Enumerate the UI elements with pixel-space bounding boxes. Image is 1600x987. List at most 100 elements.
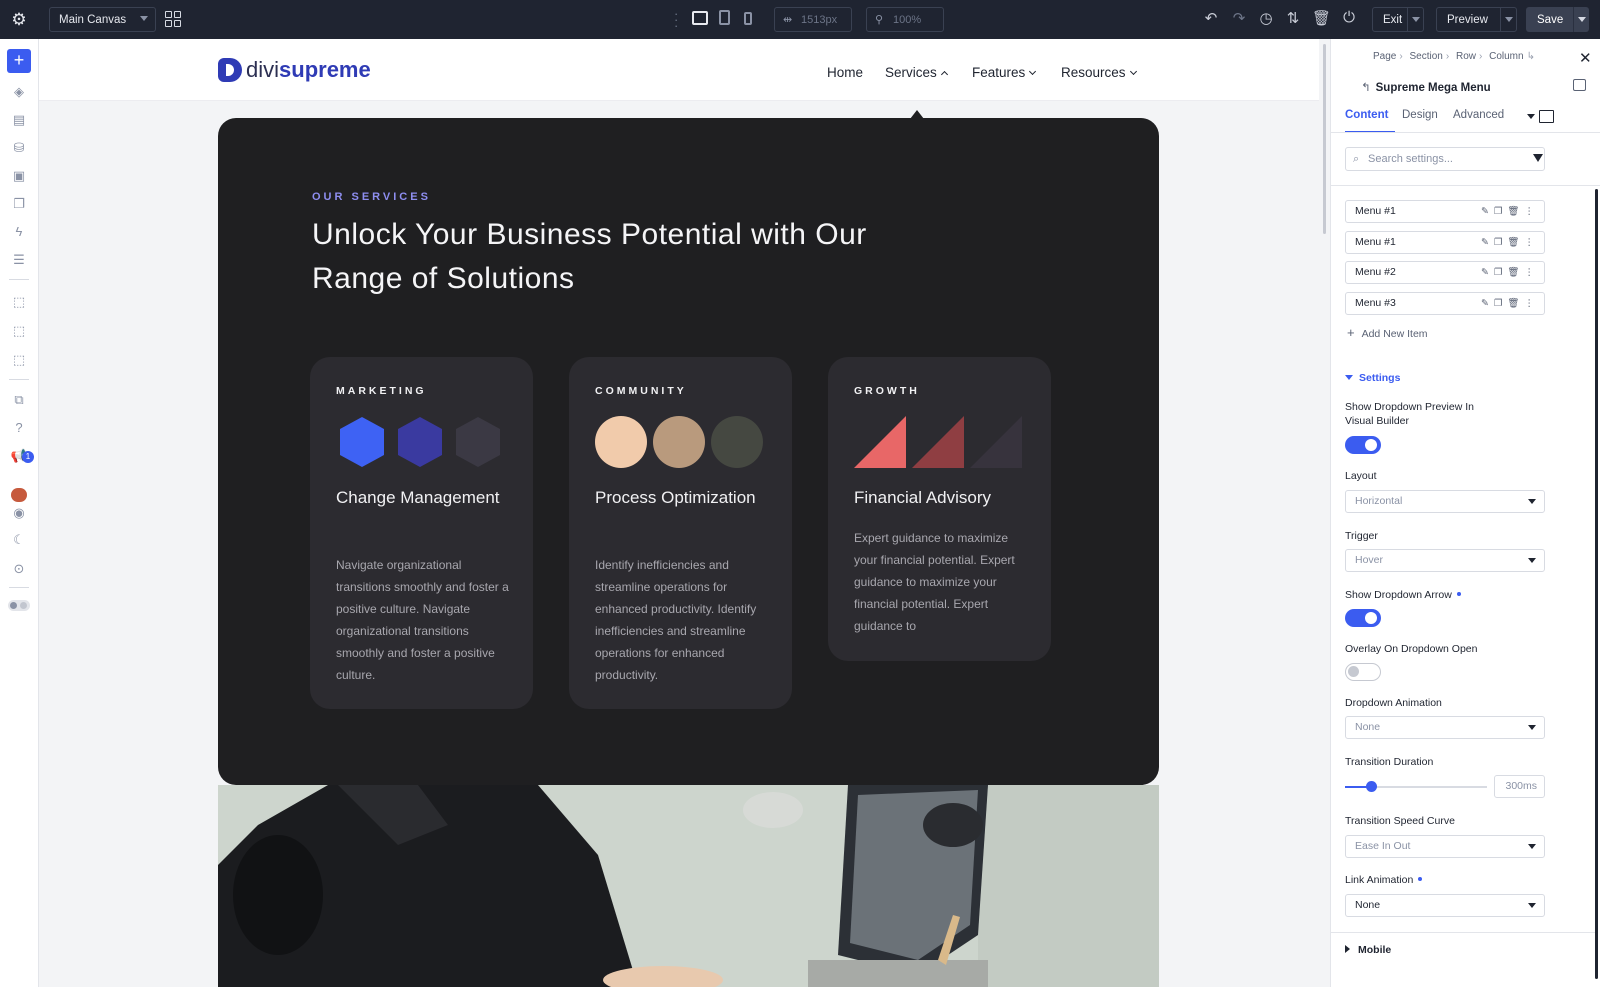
width-field[interactable]: ⇹ 1513px xyxy=(774,7,852,32)
preset-icon[interactable] xyxy=(1539,110,1554,123)
nav-services[interactable]: Services xyxy=(885,65,948,80)
menu-item-actions[interactable]: ✎❐🗑⋮ xyxy=(1481,232,1539,253)
panel-scrollbar[interactable] xyxy=(1595,189,1598,979)
tab-design[interactable]: Design xyxy=(1402,109,1438,121)
desktop-icon[interactable] xyxy=(692,11,708,25)
mobile-group-toggle[interactable]: Mobile xyxy=(1345,944,1391,956)
pointer-icon[interactable]: ⬚ xyxy=(9,292,29,312)
duration-input[interactable]: 300ms xyxy=(1494,775,1545,798)
circle-1 xyxy=(595,416,647,468)
chevron-down-icon xyxy=(1528,499,1536,504)
service-card-community[interactable]: COMMUNITY Process Optimization Identify … xyxy=(569,357,792,709)
grid-icon[interactable] xyxy=(165,11,181,27)
cursor-icon[interactable]: ◉ xyxy=(9,503,29,523)
chevron-down-icon xyxy=(1528,725,1536,730)
menu-item-actions[interactable]: ✎❐🗑⋮ xyxy=(1481,293,1539,314)
undo-icon[interactable]: ↶ xyxy=(1202,9,1220,27)
show-preview-toggle[interactable] xyxy=(1345,436,1381,454)
canvas-select[interactable]: Main Canvas xyxy=(49,7,156,32)
settings-icon[interactable]: ▣ xyxy=(9,166,29,186)
emoji-icon[interactable] xyxy=(11,488,27,502)
tabs-divider xyxy=(1331,132,1600,133)
link-animation-select[interactable]: None xyxy=(1345,894,1545,917)
exit-button[interactable]: Exit xyxy=(1372,7,1424,32)
database-icon[interactable]: ⛁ xyxy=(9,138,29,158)
nav-features[interactable]: Features xyxy=(972,65,1037,80)
modified-dot xyxy=(1418,877,1423,881)
theme-icon[interactable]: ⬚ xyxy=(9,350,29,370)
back-icon[interactable]: ↰ xyxy=(1361,82,1371,94)
layout-label: Layout xyxy=(1345,470,1377,482)
breadcrumb-column[interactable]: Column xyxy=(1489,51,1523,62)
menu-item[interactable]: Menu #1 ✎❐🗑⋮ xyxy=(1345,231,1545,254)
target-icon[interactable]: ⊙ xyxy=(9,559,29,579)
menu-item-actions[interactable]: ✎❐🗑⋮ xyxy=(1481,262,1539,283)
drag-handle-icon[interactable]: · · · xyxy=(674,7,678,32)
breadcrumb-row[interactable]: Row xyxy=(1456,51,1476,62)
chevron-down-icon xyxy=(1129,67,1137,76)
search-settings-input[interactable]: ⌕ Search settings... xyxy=(1345,147,1545,171)
history-icon[interactable]: ◷ xyxy=(1257,9,1275,27)
menu-item-actions[interactable]: ✎❐🗑⋮ xyxy=(1481,201,1539,222)
lightning-icon[interactable]: ϟ xyxy=(9,222,29,242)
portability-icon[interactable]: ⧉ xyxy=(9,390,29,410)
hand-icon[interactable]: ⬚ xyxy=(9,321,29,341)
exit-label: Exit xyxy=(1383,13,1403,26)
plus-icon: + xyxy=(1347,325,1355,340)
help-icon[interactable]: ? xyxy=(9,418,29,438)
layout-icon[interactable]: ☰ xyxy=(9,250,29,270)
dropdown-arrow-toggle[interactable] xyxy=(1345,609,1381,627)
moon-icon[interactable]: ☾ xyxy=(9,530,29,550)
link-animation-label-text: Link Animation xyxy=(1345,874,1414,886)
nav-resources[interactable]: Resources xyxy=(1061,65,1137,80)
menu-item[interactable]: Menu #1 ✎❐🗑⋮ xyxy=(1345,200,1545,223)
module-settings-icon[interactable] xyxy=(1573,79,1586,91)
exit-dropdown[interactable] xyxy=(1407,8,1423,31)
filter-icon[interactable] xyxy=(1533,154,1543,162)
add-icon[interactable]: + xyxy=(7,49,31,73)
close-icon[interactable]: ✕ xyxy=(1579,49,1592,67)
curve-select[interactable]: Ease In Out xyxy=(1345,835,1545,858)
settings-group-toggle[interactable]: Settings xyxy=(1345,372,1400,384)
save-dropdown[interactable] xyxy=(1573,7,1589,32)
pages-icon[interactable]: ▤ xyxy=(9,110,29,130)
save-button[interactable]: Save xyxy=(1526,7,1589,32)
overlay-toggle[interactable] xyxy=(1345,663,1381,681)
preview-dropdown[interactable] xyxy=(1500,8,1516,31)
menu-item[interactable]: Menu #3 ✎❐🗑⋮ xyxy=(1345,292,1545,315)
sort-icon[interactable]: ⇅ xyxy=(1284,9,1302,27)
phone-icon[interactable] xyxy=(744,12,752,25)
canvas-scrollbar[interactable] xyxy=(1323,44,1326,234)
toolbar-divider xyxy=(9,587,29,588)
layout-select[interactable]: Horizontal xyxy=(1345,490,1545,513)
logo-text-supreme: supreme xyxy=(279,57,371,82)
redo-icon[interactable]: ↷ xyxy=(1230,9,1248,27)
nav-home[interactable]: Home xyxy=(827,65,863,80)
overlay-label: Overlay On Dropdown Open xyxy=(1345,643,1478,655)
breadcrumb-section[interactable]: Section xyxy=(1409,51,1442,62)
preview-button[interactable]: Preview xyxy=(1436,7,1517,32)
power-icon[interactable]: ⏻ xyxy=(1340,9,1358,26)
breadcrumb-page[interactable]: Page xyxy=(1373,51,1396,62)
triangle-1 xyxy=(854,416,906,468)
menu-item[interactable]: Menu #2 ✎❐🗑⋮ xyxy=(1345,261,1545,284)
gear-icon[interactable]: ⚙ xyxy=(0,0,38,39)
toggle-icon[interactable] xyxy=(8,600,30,611)
trigger-select[interactable]: Hover xyxy=(1345,549,1545,572)
tab-advanced[interactable]: Advanced xyxy=(1453,109,1504,121)
chevron-down-icon[interactable] xyxy=(1527,114,1535,119)
duration-slider-handle[interactable] xyxy=(1365,781,1377,792)
tab-content[interactable]: Content xyxy=(1345,109,1388,121)
trigger-value: Hover xyxy=(1355,554,1384,566)
zoom-field[interactable]: ⚲ 100% xyxy=(866,7,944,32)
animation-select[interactable]: None xyxy=(1345,716,1545,739)
trash-icon[interactable]: 🗑 xyxy=(1312,9,1331,27)
add-new-item-button[interactable]: + Add New Item xyxy=(1347,325,1428,340)
layers-icon[interactable]: ◈ xyxy=(9,82,29,102)
tablet-icon[interactable] xyxy=(719,10,730,25)
service-card-marketing[interactable]: MARKETING Change Management Navigate org… xyxy=(310,357,533,709)
copy-icon[interactable]: ❐ xyxy=(9,194,29,214)
service-card-growth[interactable]: GROWTH Financial Advisory Expert guidanc… xyxy=(828,357,1051,661)
show-preview-label: Show Dropdown Preview In Visual Builder xyxy=(1345,401,1474,427)
logo[interactable]: divi supreme xyxy=(218,57,371,83)
